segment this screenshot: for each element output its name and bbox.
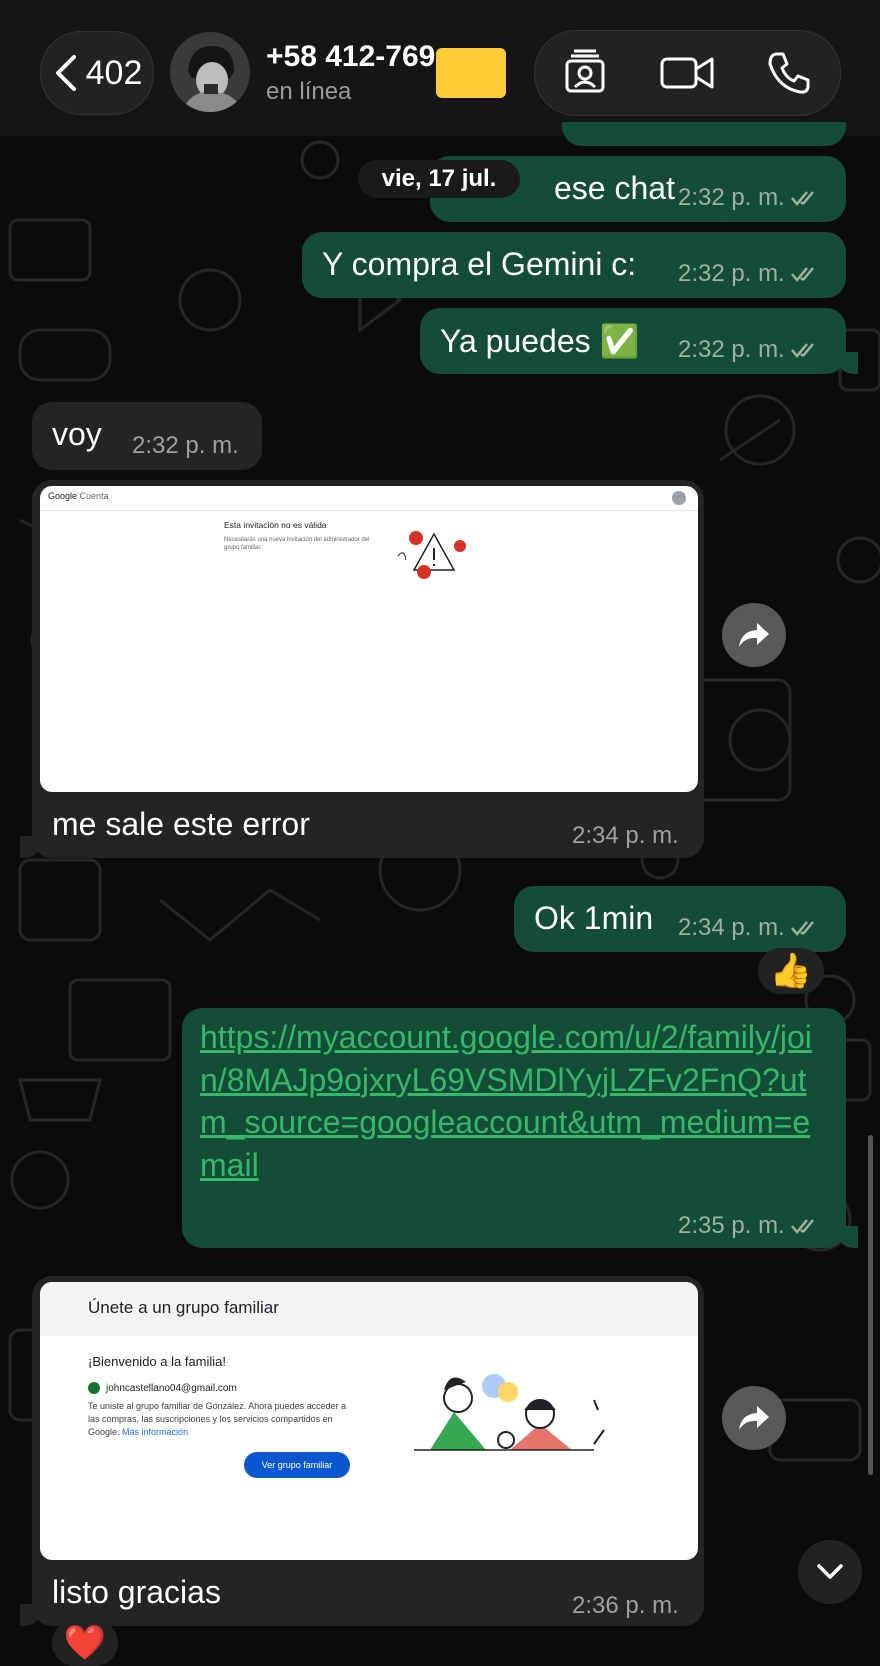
double-check-icon — [790, 343, 814, 358]
screenshot-body: Necesitarás una nueva invitación del adm… — [224, 537, 370, 551]
reaction-thumbs-up[interactable]: 👍 — [758, 948, 824, 994]
message-time: 2:35 p. m. — [678, 1212, 785, 1239]
screenshot-header: Únete a un grupo familiar — [40, 1282, 698, 1336]
chat-header: 402 +58 412-769 en línea — [0, 0, 880, 136]
view-family-button: Ver grupo familiar — [244, 1452, 350, 1478]
message-bubble-incoming[interactable]: voy 2:32 p. m. — [32, 402, 262, 470]
screenshot-body: Te uniste al grupo familiar de González.… — [88, 1401, 347, 1437]
message-bubble-outgoing[interactable]: Ok 1min 2:34 p. m. — [514, 886, 846, 952]
family-illustration-icon — [414, 1374, 605, 1451]
message-text: Ya puedes ✅ — [440, 323, 640, 359]
message-time: 2:34 p. m. — [572, 822, 679, 849]
message-time: 2:32 p. m. — [678, 260, 785, 287]
screenshot-brand: Google Cuenta — [48, 491, 109, 501]
contact-card-icon — [565, 49, 605, 93]
message-text: voy — [52, 416, 102, 452]
date-separator: vie, 17 jul. — [358, 160, 520, 198]
message-text: Y compra el Gemini c: — [322, 246, 637, 282]
scrollbar[interactable] — [868, 1135, 873, 1475]
forward-arrow-icon — [739, 1406, 769, 1430]
message-meta: 2:34 p. m. — [678, 914, 821, 942]
contact-status: en línea — [266, 78, 352, 105]
voice-call-button[interactable] — [759, 43, 819, 103]
scroll-down-button[interactable] — [798, 1540, 862, 1604]
avatar[interactable] — [170, 32, 250, 112]
double-check-icon — [790, 267, 814, 282]
message-meta: 2:32 p. m. — [678, 260, 821, 288]
header-actions — [534, 30, 841, 116]
message-meta: 2:32 p. m. — [678, 336, 821, 364]
forward-arrow-icon — [739, 623, 769, 647]
message-meta: 2:32 p. m. — [678, 184, 821, 212]
message-text: me sale este error — [52, 806, 310, 842]
screenshot-email: johncastellano04@gmail.com — [106, 1382, 237, 1394]
forward-button[interactable] — [722, 1386, 786, 1450]
chevron-down-icon — [817, 1564, 843, 1579]
message-bubble-outgoing[interactable]: Ya puedes ✅ 2:32 p. m. — [420, 308, 858, 374]
message-bubble-outgoing-link[interactable]: https://myaccount.google.com/u/2/family/… — [182, 1008, 858, 1248]
screenshot-topbar: Google Cuenta — [40, 486, 698, 511]
image-attachment[interactable]: Google Cuenta Esta invitación no es váli… — [40, 486, 698, 792]
unread-count: 402 — [85, 53, 143, 92]
avatar-image — [170, 32, 250, 112]
message-time: 2:32 p. m. — [678, 336, 785, 363]
double-check-icon — [790, 1219, 814, 1234]
message-time: 2:34 p. m. — [678, 914, 785, 941]
image-attachment[interactable]: Únete a un grupo familiar ¡Bienvenido a … — [40, 1282, 698, 1560]
screenshot-welcome: ¡Bienvenido a la familia! — [88, 1354, 227, 1369]
redaction-block — [436, 48, 506, 98]
message-text: Ok 1min — [534, 900, 654, 936]
forward-button[interactable] — [722, 603, 786, 667]
message-time: 2:32 p. m. — [678, 184, 785, 211]
screenshot-account-row: johncastellano04@gmail.com — [88, 1382, 237, 1394]
message-meta: 2:35 p. m. — [678, 1212, 821, 1240]
reaction-heart[interactable]: ❤️ — [52, 1620, 118, 1666]
message-text: ese chat — [554, 170, 675, 206]
back-button[interactable]: 402 — [40, 31, 154, 115]
double-check-icon — [790, 191, 814, 206]
contact-name[interactable]: +58 412-769 — [266, 40, 435, 74]
account-avatar-icon — [88, 1382, 100, 1394]
message-time: 2:36 p. m. — [572, 1592, 679, 1619]
chevron-left-icon — [55, 55, 76, 91]
message-bubble-outgoing[interactable]: Y compra el Gemini c: 2:32 p. m. — [302, 232, 846, 298]
video-camera-icon — [660, 57, 714, 89]
video-call-button[interactable] — [657, 43, 717, 103]
message-time: 2:32 p. m. — [132, 432, 239, 459]
screenshot-title: Esta invitación no es válida — [224, 520, 327, 530]
warning-illustration-icon — [397, 531, 466, 579]
message-link[interactable]: https://myaccount.google.com/u/2/family/… — [200, 1016, 820, 1186]
message-text: listo gracias — [52, 1574, 221, 1610]
double-check-icon — [790, 921, 814, 936]
message-bubble-partial — [562, 122, 846, 146]
account-avatar-icon — [672, 491, 686, 505]
phone-icon — [768, 52, 810, 94]
contact-card-button[interactable] — [555, 43, 615, 103]
screenshot-heading: Únete a un grupo familiar — [88, 1298, 279, 1317]
more-info-link: Más información — [122, 1427, 189, 1437]
